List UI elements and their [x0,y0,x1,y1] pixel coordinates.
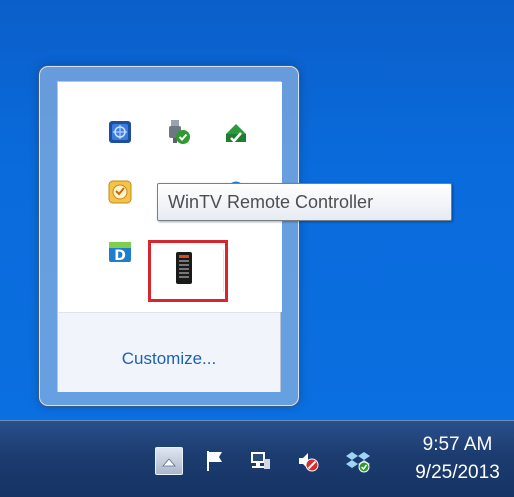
dropbox-icon[interactable] [343,446,373,476]
volume-muted-icon[interactable] [293,446,323,476]
show-hidden-icons-button[interactable] [155,447,183,475]
svg-text:D: D [114,248,126,264]
usb-safely-remove-icon[interactable] [156,110,200,154]
network-adapter-icon[interactable] [98,110,142,154]
red-highlight-box [148,240,228,302]
show-hidden-icons-arrow-icon [162,452,176,471]
tooltip: WinTV Remote Controller [157,183,452,221]
taskbar: 9:57 AM 9/25/2013 [0,420,514,497]
yellow-clock-icon[interactable] [98,170,142,214]
customize-footer: Customize... [58,312,280,392]
customize-link[interactable]: Customize... [58,349,280,369]
green-upload-icon[interactable] [214,110,258,154]
daemon-tools-icon[interactable]: D [98,230,142,274]
clock-time: 9:57 AM [422,434,493,455]
overflow-panel: D Customize... [57,81,282,392]
clock-date: 9/25/2013 [415,462,500,483]
notification-area-overflow-popup: D Customize... [39,66,299,406]
system-clock[interactable]: 9:57 AM 9/25/2013 [405,431,510,487]
network-icon[interactable] [245,446,275,476]
action-center-flag-icon[interactable] [200,446,230,476]
